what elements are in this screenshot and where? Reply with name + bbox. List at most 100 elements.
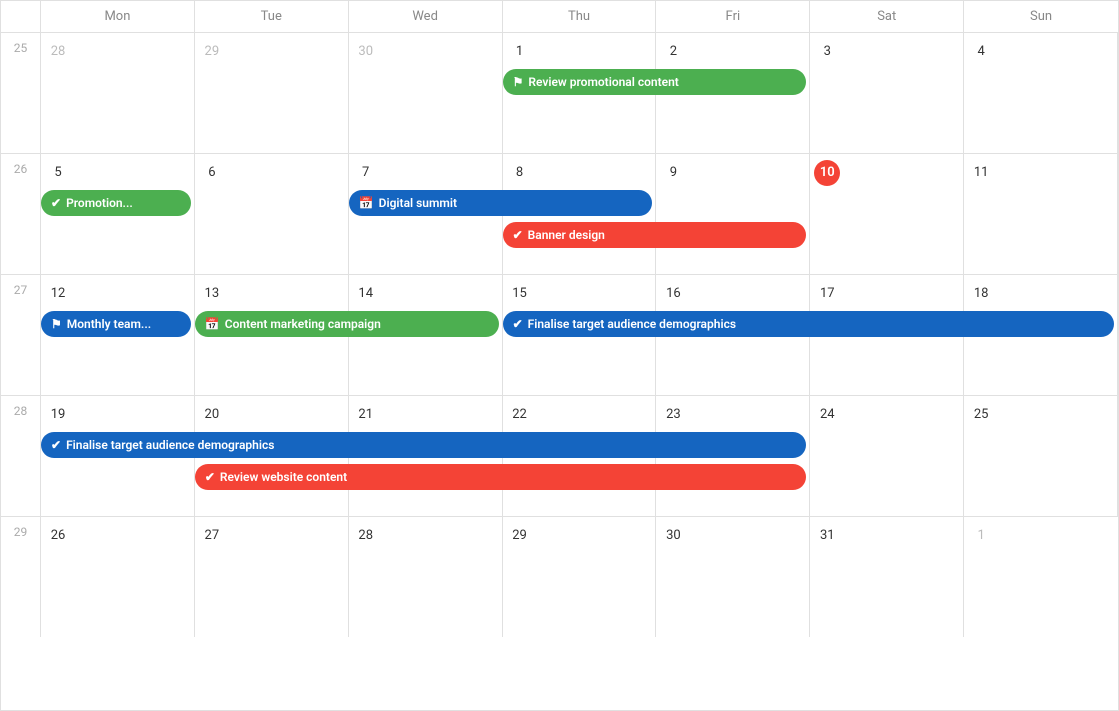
event-bar[interactable]: 📅 Content marketing campaign — [195, 311, 499, 337]
day-number: 18 — [968, 281, 994, 307]
day-cell: 4 — [964, 33, 1118, 153]
day-cell: 11 — [964, 154, 1118, 274]
day-number: 9 — [660, 160, 686, 186]
event-label: Content marketing campaign — [225, 317, 381, 331]
event-label: Monthly team... — [67, 317, 151, 331]
day-number: 6 — [199, 160, 225, 186]
event-bar[interactable]: ⚑ Review promotional content — [503, 69, 807, 95]
day-number: 2 — [660, 39, 686, 65]
check-icon: ✔ — [51, 196, 61, 210]
week-number: 29 — [1, 517, 41, 637]
day-number: 13 — [199, 281, 225, 307]
event-label: Finalise target audience demographics — [66, 438, 274, 452]
day-number: 28 — [45, 39, 71, 65]
day-number: 22 — [507, 402, 533, 428]
calendar: MonTueWedThuFriSatSun 252829301234⚑Revie… — [0, 0, 1119, 711]
day-number: 1 — [968, 523, 994, 549]
day-cell: 29 — [195, 33, 349, 153]
week-row: 2528 29 30 1 2 3 4 ⚑ Review promotional content — [1, 33, 1118, 154]
day-number: 4 — [968, 39, 994, 65]
day-number: 21 — [353, 402, 379, 428]
event-label: Review promotional content — [528, 75, 679, 89]
day-number: 11 — [968, 160, 994, 186]
event-label: Finalise target audience demographics — [528, 317, 736, 331]
week-row: 265 6 7 8 9 10 11 ✔ Promotion... 📅 Digital summit ✔… — [1, 154, 1118, 275]
week-number: 27 — [1, 275, 41, 395]
day-number: 19 — [45, 402, 71, 428]
calendar-body: 252829301234⚑Review promotional content2… — [1, 33, 1118, 637]
day-header-thu: Thu — [503, 1, 657, 32]
check-icon: ✔ — [51, 438, 61, 452]
week-row: 292627282930311 — [1, 517, 1118, 637]
day-header-wed: Wed — [349, 1, 503, 32]
event-label: Banner design — [528, 228, 605, 242]
day-number: 30 — [353, 39, 379, 65]
day-header-mon: Mon — [41, 1, 195, 32]
check-icon: ✔ — [513, 228, 523, 242]
event-label: Review website content — [220, 470, 347, 484]
day-cell: 29 — [503, 517, 657, 637]
day-number: 8 — [507, 160, 533, 186]
event-bar[interactable]: ⚑ Monthly team... — [41, 311, 191, 337]
day-number: 3 — [814, 39, 840, 65]
week-row: 2712 13 14 15 16 17 18 ⚑ Monthly team... 📅 Content… — [1, 275, 1118, 396]
calendar-icon: 📅 — [359, 196, 374, 210]
day-cell: 30 — [656, 517, 810, 637]
day-header-fri: Fri — [656, 1, 810, 32]
event-bar[interactable]: ✔ Finalise target audience demographics — [41, 432, 806, 458]
event-label: Promotion... — [66, 196, 133, 210]
event-bar[interactable]: 📅 Digital summit — [349, 190, 653, 216]
day-number: 10 — [814, 160, 840, 186]
week-row: 2819 20 21 22 23 2425 ✔ Finalise target audienc… — [1, 396, 1118, 517]
day-number: 28 — [353, 523, 379, 549]
day-number: 25 — [968, 402, 994, 428]
week-number: 28 — [1, 396, 41, 516]
day-number: 17 — [814, 281, 840, 307]
calendar-icon: 📅 — [205, 317, 220, 331]
event-label: Digital summit — [379, 196, 457, 210]
check-icon: ✔ — [513, 317, 523, 331]
day-number: 12 — [45, 281, 71, 307]
day-header-sat: Sat — [810, 1, 964, 32]
week-number: 26 — [1, 154, 41, 274]
event-bar[interactable]: ✔ Finalise target audience demographics — [503, 311, 1114, 337]
day-number: 14 — [353, 281, 379, 307]
day-number: 23 — [660, 402, 686, 428]
day-cell: 9 — [656, 154, 810, 274]
day-number: 7 — [353, 160, 379, 186]
week-number: 25 — [1, 33, 41, 153]
day-number: 16 — [660, 281, 686, 307]
calendar-header: MonTueWedThuFriSatSun — [1, 1, 1118, 33]
day-number: 20 — [199, 402, 225, 428]
day-cell: 24 — [810, 396, 964, 516]
day-cell: 28 — [349, 517, 503, 637]
day-number: 30 — [660, 523, 686, 549]
day-header-tue: Tue — [195, 1, 349, 32]
day-cell: 1 — [964, 517, 1118, 637]
day-header-sun: Sun — [964, 1, 1118, 32]
day-cell: 6 — [195, 154, 349, 274]
flag-icon: ⚑ — [51, 317, 62, 331]
event-bar[interactable]: ✔ Promotion... — [41, 190, 191, 216]
day-number: 29 — [199, 39, 225, 65]
day-number: 26 — [45, 523, 71, 549]
day-number: 1 — [507, 39, 533, 65]
day-cell: 10 — [810, 154, 964, 274]
event-bar[interactable]: ✔ Review website content — [195, 464, 806, 490]
day-number: 27 — [199, 523, 225, 549]
day-cell: 27 — [195, 517, 349, 637]
check-icon: ✔ — [205, 470, 215, 484]
day-cell: 26 — [41, 517, 195, 637]
day-number: 31 — [814, 523, 840, 549]
day-cell: 28 — [41, 33, 195, 153]
day-number: 29 — [507, 523, 533, 549]
week-num-spacer — [1, 1, 41, 32]
day-cell: 31 — [810, 517, 964, 637]
day-cell: 25 — [964, 396, 1118, 516]
flag-icon: ⚑ — [513, 75, 524, 89]
day-cell: 30 — [349, 33, 503, 153]
day-cell: 3 — [810, 33, 964, 153]
event-bar[interactable]: ✔ Banner design — [503, 222, 807, 248]
day-number: 15 — [507, 281, 533, 307]
day-number: 5 — [45, 160, 71, 186]
